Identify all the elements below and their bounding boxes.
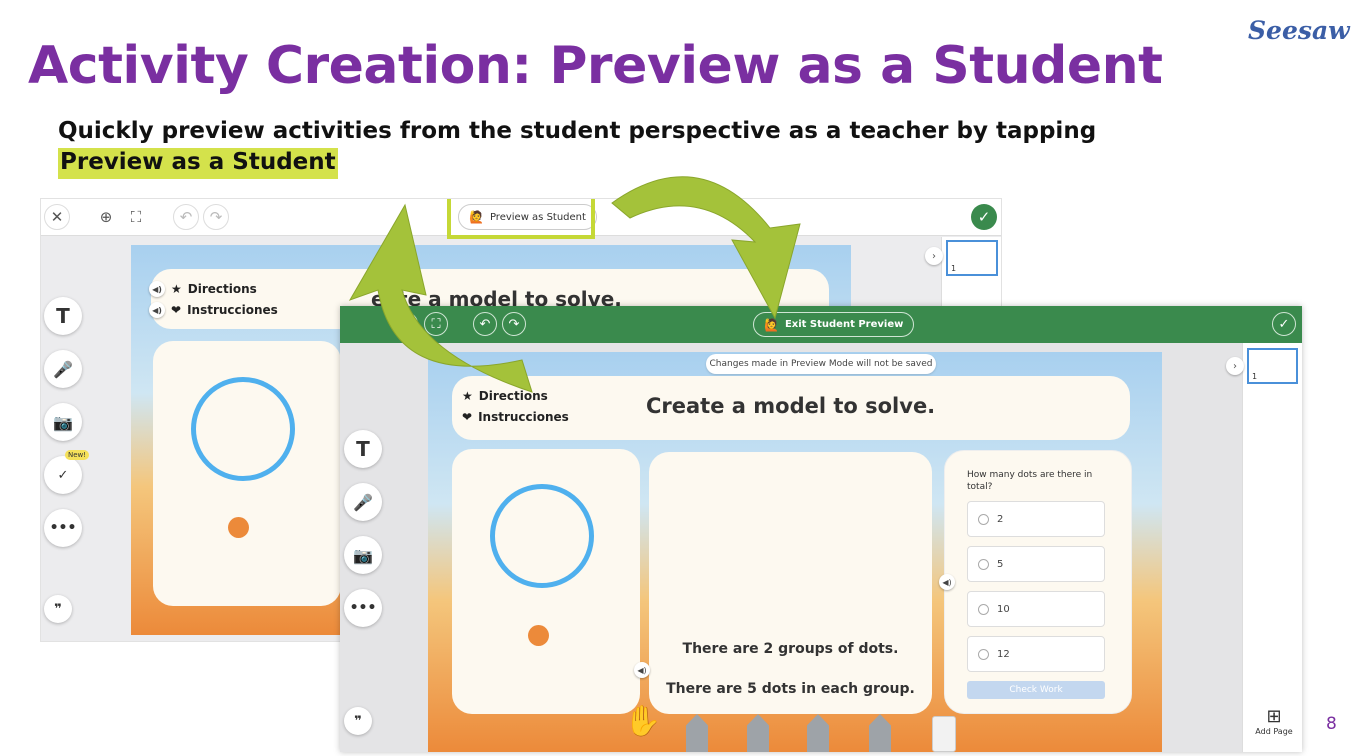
arrow-back-icon xyxy=(348,203,533,393)
curved-arrows xyxy=(348,176,801,393)
arrow-to-preview-icon xyxy=(611,176,801,320)
